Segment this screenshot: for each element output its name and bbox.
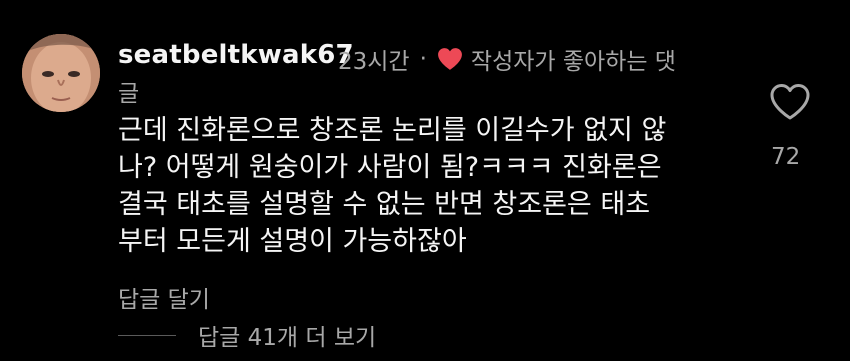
avatar-photo	[22, 34, 100, 112]
liked-by-author-label: 작성자가 좋아하는 댓	[470, 49, 676, 75]
meta-separator: ·	[419, 46, 427, 72]
comment-text: 근데 진화론으로 창조론 논리를 이길수가 없지 않 나? 어떻게 원숭이가 사…	[118, 112, 758, 260]
comment-meta: 23시간 · 작성자가 좋아하는 댓	[338, 42, 676, 76]
view-more-replies-button[interactable]: 답글 41개 더 보기	[118, 318, 376, 352]
avatar[interactable]	[22, 34, 100, 112]
comment-text-line: 결국 태초를 설명할 수 없는 반면 창조론은 태초	[118, 189, 651, 220]
comment-text-line: 나? 어떻게 원숭이가 사람이 됨?ㅋㅋㅋ 진화론은	[118, 152, 662, 183]
heart-outline-icon	[770, 84, 810, 120]
heart-filled-icon	[437, 48, 462, 70]
comment-username[interactable]: seatbeltkwak67	[118, 40, 354, 70]
replies-divider-line	[118, 334, 176, 336]
view-more-replies-label: 답글 41개 더 보기	[198, 325, 377, 351]
like-button[interactable]	[769, 82, 811, 122]
comment-text-line: 부터 모든게 설명이 가능하잖아	[118, 226, 467, 257]
comment-timestamp: 23시간	[338, 49, 410, 75]
liked-by-author-label-continued: 글	[118, 81, 140, 107]
like-count: 72	[771, 144, 801, 170]
comment-text-line: 근데 진화론으로 창조론 논리를 이길수가 없지 않	[118, 115, 667, 146]
reply-button[interactable]: 답글 달기	[118, 280, 210, 314]
